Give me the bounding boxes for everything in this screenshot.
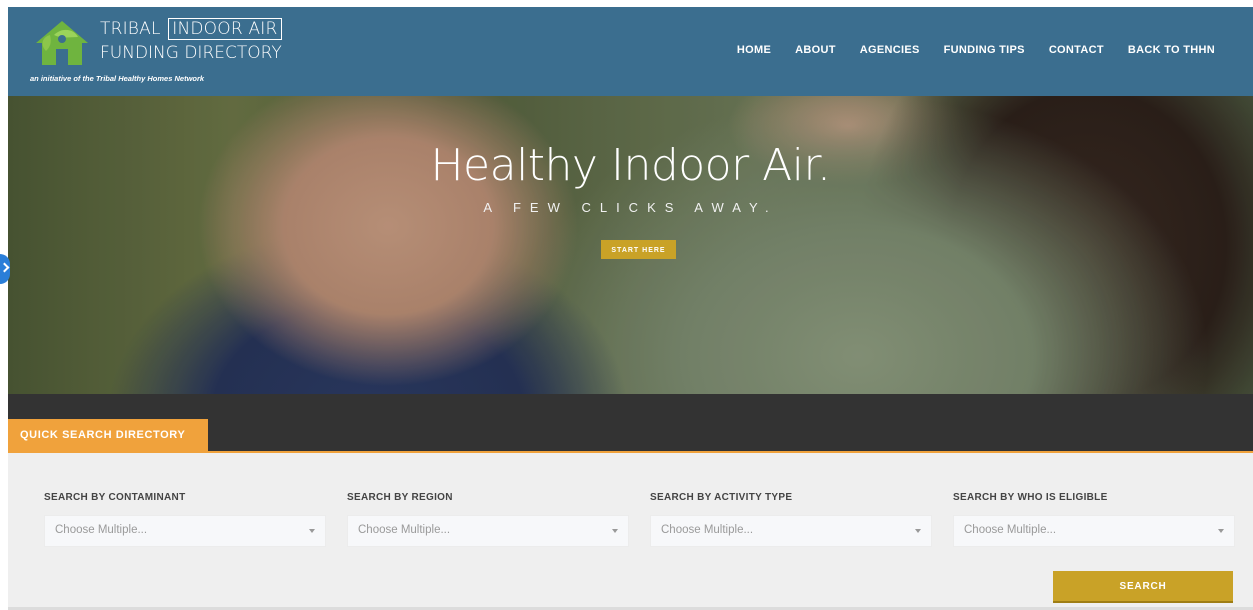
caret-down-icon bbox=[915, 529, 921, 533]
region-placeholder: Choose Multiple... bbox=[358, 524, 451, 536]
contaminant-filter: SEARCH BY CONTAMINANT Choose Multiple... bbox=[44, 492, 326, 547]
region-filter: SEARCH BY REGION Choose Multiple... bbox=[347, 492, 629, 547]
logo-tagline: an initiative of the Tribal Healthy Home… bbox=[30, 74, 205, 83]
hero-subtitle: A FEW CLICKS AWAY. bbox=[483, 200, 778, 215]
nav-funding-tips[interactable]: FUNDING TIPS bbox=[944, 44, 1025, 56]
main-nav: HOME ABOUT AGENCIES FUNDING TIPS CONTACT… bbox=[737, 44, 1215, 56]
eligibility-label: SEARCH BY WHO IS ELIGIBLE bbox=[953, 492, 1108, 503]
activity-type-label: SEARCH BY ACTIVITY TYPE bbox=[650, 492, 793, 503]
eligibility-filter: SEARCH BY WHO IS ELIGIBLE Choose Multipl… bbox=[953, 492, 1235, 547]
site-header: TRIBAL INDOOR AIR FUNDING DIRECTORY an i… bbox=[8, 7, 1253, 96]
activity-type-placeholder: Choose Multiple... bbox=[661, 524, 754, 536]
contaminant-placeholder: Choose Multiple... bbox=[55, 524, 148, 536]
activity-type-select[interactable]: Choose Multiple... bbox=[650, 515, 932, 547]
chevron-left-icon bbox=[0, 262, 10, 273]
activity-type-filter: SEARCH BY ACTIVITY TYPE Choose Multiple.… bbox=[650, 492, 932, 547]
nav-contact[interactable]: CONTACT bbox=[1049, 44, 1104, 56]
nav-home[interactable]: HOME bbox=[737, 44, 771, 56]
caret-down-icon bbox=[1218, 529, 1224, 533]
house-leaf-logo-icon bbox=[36, 21, 88, 65]
logo-word-indoor-air: INDOOR AIR bbox=[168, 18, 282, 40]
site-logo[interactable]: TRIBAL INDOOR AIR FUNDING DIRECTORY an i… bbox=[28, 13, 282, 93]
caret-down-icon bbox=[612, 529, 618, 533]
eligibility-placeholder: Choose Multiple... bbox=[964, 524, 1057, 536]
quick-search-bar: QUICK SEARCH DIRECTORY bbox=[8, 394, 1253, 451]
contaminant-label: SEARCH BY CONTAMINANT bbox=[44, 492, 186, 503]
nav-about[interactable]: ABOUT bbox=[795, 44, 836, 56]
nav-back-to-thhn[interactable]: BACK TO THHN bbox=[1128, 44, 1215, 56]
caret-down-icon bbox=[309, 529, 315, 533]
start-here-button[interactable]: START HERE bbox=[601, 240, 676, 259]
contaminant-select[interactable]: Choose Multiple... bbox=[44, 515, 326, 547]
tab-quick-search-directory[interactable]: QUICK SEARCH DIRECTORY bbox=[8, 419, 208, 451]
nav-agencies[interactable]: AGENCIES bbox=[860, 44, 920, 56]
logo-word-tribal: TRIBAL bbox=[100, 19, 161, 39]
region-select[interactable]: Choose Multiple... bbox=[347, 515, 629, 547]
region-label: SEARCH BY REGION bbox=[347, 492, 453, 503]
hero-banner: Healthy Indoor Air. A FEW CLICKS AWAY. S… bbox=[8, 96, 1253, 394]
logo-title-line2: FUNDING DIRECTORY bbox=[100, 43, 282, 63]
hero-title: Healthy Indoor Air. bbox=[430, 140, 831, 191]
search-button[interactable]: SEARCH bbox=[1053, 571, 1233, 601]
logo-title-line1: TRIBAL INDOOR AIR bbox=[100, 18, 282, 40]
eligibility-select[interactable]: Choose Multiple... bbox=[953, 515, 1235, 547]
search-panel: SEARCH BY CONTAMINANT Choose Multiple...… bbox=[8, 453, 1253, 610]
